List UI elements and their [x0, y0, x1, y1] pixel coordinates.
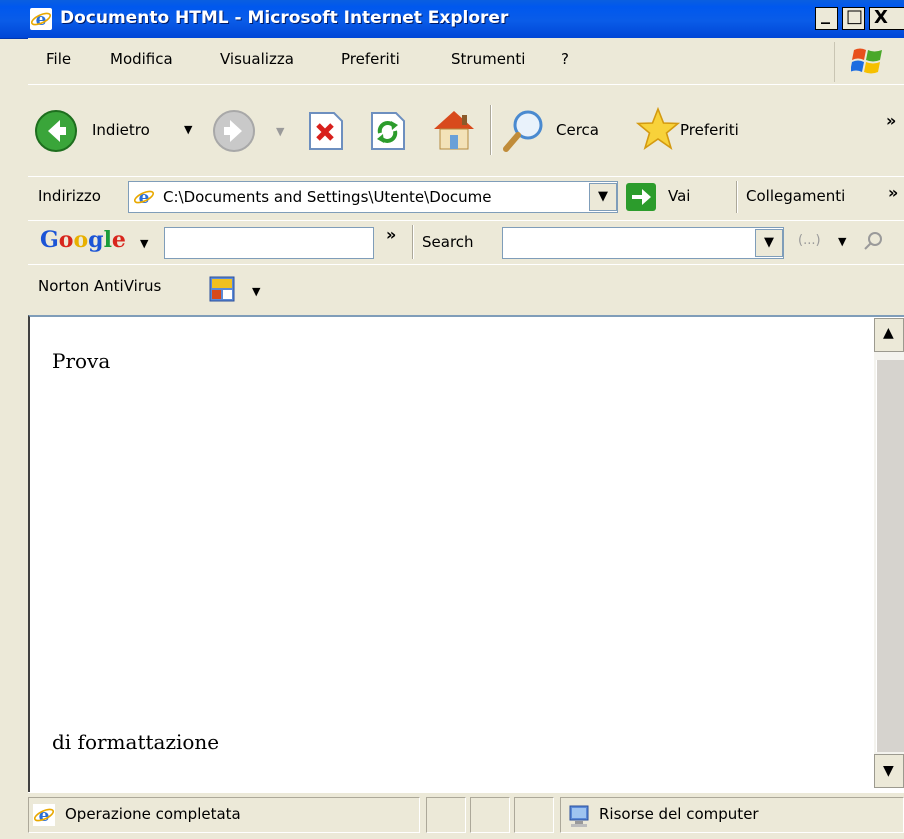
toolbar-separator — [412, 225, 414, 259]
address-label: Indirizzo — [38, 187, 101, 205]
ie-logo-icon: e — [30, 8, 52, 30]
windows-logo-area — [834, 42, 904, 82]
back-arrow-icon — [35, 110, 77, 152]
menu-file[interactable]: File — [46, 50, 71, 68]
status-panel-zone: Risorse del computer — [560, 797, 904, 833]
page-paragraph: di formattazione — [52, 730, 220, 754]
scroll-down-button[interactable]: ▼ — [874, 754, 904, 788]
address-field[interactable]: e C:\Documents and Settings\Utente\Docum… — [128, 181, 618, 213]
windows-flag-icon — [851, 48, 882, 74]
links-overflow[interactable]: » — [888, 183, 898, 202]
status-panel-main: e Operazione completata — [28, 797, 420, 833]
go-button[interactable]: Vai — [626, 181, 716, 213]
back-button[interactable]: Indietro — [34, 107, 182, 155]
status-panel-empty — [470, 797, 510, 833]
maximize-button[interactable]: □ — [842, 6, 865, 30]
minimize-icon: _ — [821, 4, 830, 25]
status-text: Operazione completata — [65, 805, 241, 823]
window-title: Documento HTML - Microsoft Internet Expl… — [60, 8, 509, 28]
google-menu-dropdown-icon[interactable]: ▼ — [140, 237, 148, 250]
favorites-button[interactable]: Preferiti — [636, 105, 786, 155]
menu-visualizza[interactable]: Visualizza — [220, 50, 294, 68]
page-ie-icon: e — [133, 186, 155, 208]
search-magnifier-icon[interactable] — [862, 231, 886, 253]
toolbar-separator — [490, 105, 492, 155]
zone-text: Risorse del computer — [599, 805, 759, 823]
menu-help[interactable]: ? — [561, 50, 569, 68]
search-dropdown-icon[interactable]: ▼ — [755, 229, 783, 257]
my-computer-icon — [569, 805, 589, 827]
go-arrow-icon — [626, 183, 656, 211]
norton-dropdown-icon[interactable]: ▼ — [252, 285, 260, 298]
nav-toolbar-overflow[interactable]: » — [886, 111, 896, 130]
go-label: Vai — [668, 187, 691, 205]
norton-label: Norton AntiVirus — [38, 277, 162, 295]
back-dropdown-icon[interactable]: ▼ — [184, 123, 192, 136]
menu-strumenti[interactable]: Strumenti — [451, 50, 525, 68]
stop-icon[interactable] — [306, 111, 346, 151]
status-panel-empty — [514, 797, 554, 833]
down-arrow-icon: ▼ — [883, 763, 894, 779]
home-icon[interactable] — [430, 107, 478, 153]
menu-modifica[interactable]: Modifica — [110, 50, 173, 68]
title-bar[interactable]: e Documento HTML - Microsoft Internet Ex… — [0, 0, 904, 39]
google-overflow[interactable]: » — [386, 225, 396, 244]
minimize-button[interactable]: _ — [815, 4, 838, 30]
refresh-icon[interactable] — [368, 111, 408, 151]
page-content: Prova di formattazione — [28, 315, 904, 792]
magnifier-icon — [503, 110, 543, 152]
forward-dropdown-icon[interactable]: ▼ — [276, 125, 284, 138]
toolbar-separator — [736, 181, 738, 213]
google-toolbar: Google ▼ » Search ▼ (...) ▼ — [28, 220, 904, 266]
close-button[interactable]: X — [869, 7, 904, 30]
menu-preferiti[interactable]: Preferiti — [341, 50, 400, 68]
search-toolbar-label: Search — [422, 233, 474, 251]
google-logo[interactable]: Google — [40, 227, 126, 253]
scroll-up-button[interactable]: ▲ — [874, 318, 904, 352]
status-panel-empty — [426, 797, 466, 833]
search-toolbar-input[interactable]: ▼ — [502, 227, 784, 259]
search-label: Cerca — [556, 121, 599, 139]
more-options-dropdown-icon[interactable]: ▼ — [838, 235, 846, 248]
address-dropdown-icon[interactable]: ▼ — [589, 183, 617, 211]
up-arrow-icon: ▲ — [883, 325, 894, 341]
scroll-thumb[interactable] — [876, 360, 904, 752]
maximize-icon: □ — [846, 6, 864, 27]
norton-toolbar: Norton AntiVirus ▼ — [28, 264, 904, 316]
page-heading: Prova — [52, 349, 111, 373]
address-toolbar: Indirizzo e C:\Documents and Settings\Ut… — [28, 176, 904, 222]
address-value: C:\Documents and Settings\Utente\Docume — [163, 188, 492, 206]
standard-toolbar: Indietro ▼ ▼ Cerca Preferiti » — [28, 84, 904, 178]
google-search-input[interactable] — [164, 227, 374, 259]
search-button[interactable]: Cerca — [500, 107, 620, 155]
more-options-icon[interactable]: (...) — [798, 233, 821, 248]
status-ie-icon: e — [33, 804, 55, 826]
star-icon — [636, 107, 680, 150]
close-icon: X — [874, 7, 888, 28]
forward-arrow-icon[interactable] — [212, 109, 256, 153]
links-label[interactable]: Collegamenti — [746, 187, 845, 205]
favorites-label: Preferiti — [680, 121, 739, 139]
norton-shield-icon[interactable] — [208, 275, 236, 303]
back-label: Indietro — [92, 121, 150, 139]
menu-bar: File Modifica Visualizza Preferiti Strum… — [28, 38, 904, 85]
